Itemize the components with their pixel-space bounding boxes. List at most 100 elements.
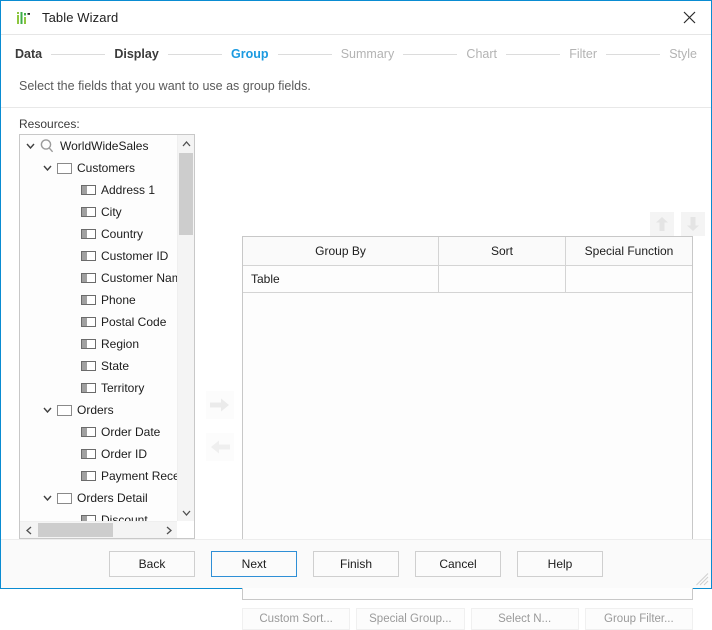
resize-grip[interactable] bbox=[696, 573, 709, 586]
step-display[interactable]: Display bbox=[114, 47, 158, 61]
table-row[interactable]: Table bbox=[243, 266, 692, 293]
tree-node-label: Customer ID bbox=[98, 249, 168, 263]
tree-node-label: Orders Detail bbox=[74, 491, 148, 505]
scroll-down-icon[interactable] bbox=[178, 504, 195, 521]
transfer-buttons bbox=[206, 391, 234, 475]
tree-node-label: Orders bbox=[74, 403, 114, 417]
field-icon bbox=[78, 185, 98, 195]
step-divider bbox=[506, 54, 560, 55]
arrow-right-icon[interactable] bbox=[206, 391, 234, 419]
step-style[interactable]: Style bbox=[669, 47, 697, 61]
tree-node-label: Customers bbox=[74, 161, 135, 175]
column-header-group-by[interactable]: Group By bbox=[243, 237, 439, 266]
tree-node[interactable]: City bbox=[20, 201, 177, 223]
title-bar: Table Wizard bbox=[1, 1, 711, 35]
cell-group-by[interactable]: Table bbox=[243, 266, 439, 293]
table-icon bbox=[54, 493, 74, 504]
tree-node[interactable]: Payment Received bbox=[20, 465, 177, 487]
select-n-button[interactable]: Select N... bbox=[471, 608, 579, 630]
tree-node[interactable]: Address 1 bbox=[20, 179, 177, 201]
arrow-left-icon[interactable] bbox=[206, 433, 234, 461]
arrow-down-icon[interactable] bbox=[681, 212, 705, 236]
field-icon bbox=[78, 295, 98, 305]
custom-sort-button[interactable]: Custom Sort... bbox=[242, 608, 350, 630]
tree-node[interactable]: Phone bbox=[20, 289, 177, 311]
help-button[interactable]: Help bbox=[517, 551, 603, 577]
field-icon bbox=[78, 449, 98, 459]
next-button[interactable]: Next bbox=[211, 551, 297, 577]
tree-node-label: Region bbox=[98, 337, 139, 351]
scroll-up-icon[interactable] bbox=[178, 135, 195, 152]
row-order-buttons bbox=[650, 212, 705, 236]
tree-node[interactable]: Customer Name bbox=[20, 267, 177, 289]
cell-special-function[interactable] bbox=[566, 266, 693, 293]
tree-vertical-scrollbar[interactable] bbox=[177, 135, 194, 521]
resources-tree[interactable]: WorldWideSales Customers Address 1 City Coun… bbox=[20, 135, 177, 521]
special-group-button[interactable]: Special Group... bbox=[356, 608, 464, 630]
tree-node-label: City bbox=[98, 205, 122, 219]
tree-node-label: Order ID bbox=[98, 447, 147, 461]
tree-node[interactable]: State bbox=[20, 355, 177, 377]
tree-node-label: Customer Name bbox=[98, 271, 177, 285]
group-option-buttons: Custom Sort... Special Group... Select N… bbox=[242, 608, 693, 630]
wizard-steps: Data Display Group Summary Chart Filter … bbox=[1, 39, 711, 69]
tree-node[interactable]: WorldWideSales bbox=[20, 135, 177, 157]
tree-horizontal-scrollbar[interactable] bbox=[20, 521, 177, 538]
step-divider bbox=[606, 54, 660, 55]
field-icon bbox=[78, 383, 98, 393]
tree-node[interactable]: Orders bbox=[20, 399, 177, 421]
resources-tree-panel: WorldWideSales Customers Address 1 City Coun… bbox=[19, 134, 195, 539]
step-divider bbox=[278, 54, 332, 55]
instruction-text: Select the fields that you want to use a… bbox=[1, 69, 711, 108]
tree-node[interactable]: Order ID bbox=[20, 443, 177, 465]
step-summary[interactable]: Summary bbox=[341, 47, 394, 61]
field-icon bbox=[78, 361, 98, 371]
step-divider bbox=[51, 54, 105, 55]
resources-label: Resources: bbox=[19, 117, 80, 131]
chevron-down-icon[interactable] bbox=[24, 143, 37, 149]
window-title: Table Wizard bbox=[42, 10, 118, 25]
tree-node[interactable]: Discount bbox=[20, 509, 177, 521]
tree-node[interactable]: Orders Detail bbox=[20, 487, 177, 509]
tree-node[interactable]: Country bbox=[20, 223, 177, 245]
tree-node-label: State bbox=[98, 359, 129, 373]
chevron-down-icon[interactable] bbox=[41, 165, 54, 171]
close-icon[interactable] bbox=[667, 1, 711, 33]
tree-node-label: Phone bbox=[98, 293, 136, 307]
tree-node[interactable]: Customers bbox=[20, 157, 177, 179]
step-data[interactable]: Data bbox=[15, 47, 42, 61]
finish-button[interactable]: Finish bbox=[313, 551, 399, 577]
cancel-button[interactable]: Cancel bbox=[415, 551, 501, 577]
back-button[interactable]: Back bbox=[109, 551, 195, 577]
chevron-down-icon[interactable] bbox=[41, 495, 54, 501]
step-filter[interactable]: Filter bbox=[569, 47, 597, 61]
tree-node[interactable]: Region bbox=[20, 333, 177, 355]
scroll-right-icon[interactable] bbox=[160, 522, 177, 539]
field-icon bbox=[78, 427, 98, 437]
column-header-special-function[interactable]: Special Function bbox=[566, 237, 693, 266]
tree-horizontal-scroll-thumb[interactable] bbox=[38, 523, 113, 537]
step-group[interactable]: Group bbox=[231, 47, 269, 61]
group-filter-button[interactable]: Group Filter... bbox=[585, 608, 693, 630]
dialog-footer: Back Next Finish Cancel Help bbox=[1, 539, 711, 588]
tree-vertical-scroll-thumb[interactable] bbox=[179, 153, 193, 235]
field-icon bbox=[78, 273, 98, 283]
wizard-body: Resources: WorldWideSales Customers Addres… bbox=[1, 108, 711, 539]
tree-node[interactable]: Postal Code bbox=[20, 311, 177, 333]
tree-node[interactable]: Customer ID bbox=[20, 245, 177, 267]
column-header-sort[interactable]: Sort bbox=[439, 237, 566, 266]
tree-node-label: Discount bbox=[98, 513, 148, 521]
table-wizard-window: Table Wizard Data Display Group Summary … bbox=[0, 0, 712, 589]
group-grid-table: Group By Sort Special Function Table bbox=[243, 237, 692, 293]
tree-node[interactable]: Territory bbox=[20, 377, 177, 399]
cell-sort[interactable] bbox=[439, 266, 566, 293]
scrollbar-corner bbox=[177, 521, 194, 538]
tree-node-label: WorldWideSales bbox=[57, 139, 148, 153]
step-chart[interactable]: Chart bbox=[466, 47, 497, 61]
field-icon bbox=[78, 339, 98, 349]
tree-node-label: Payment Received bbox=[98, 469, 177, 483]
scroll-left-icon[interactable] bbox=[20, 522, 37, 539]
arrow-up-icon[interactable] bbox=[650, 212, 674, 236]
tree-node[interactable]: Order Date bbox=[20, 421, 177, 443]
chevron-down-icon[interactable] bbox=[41, 407, 54, 413]
